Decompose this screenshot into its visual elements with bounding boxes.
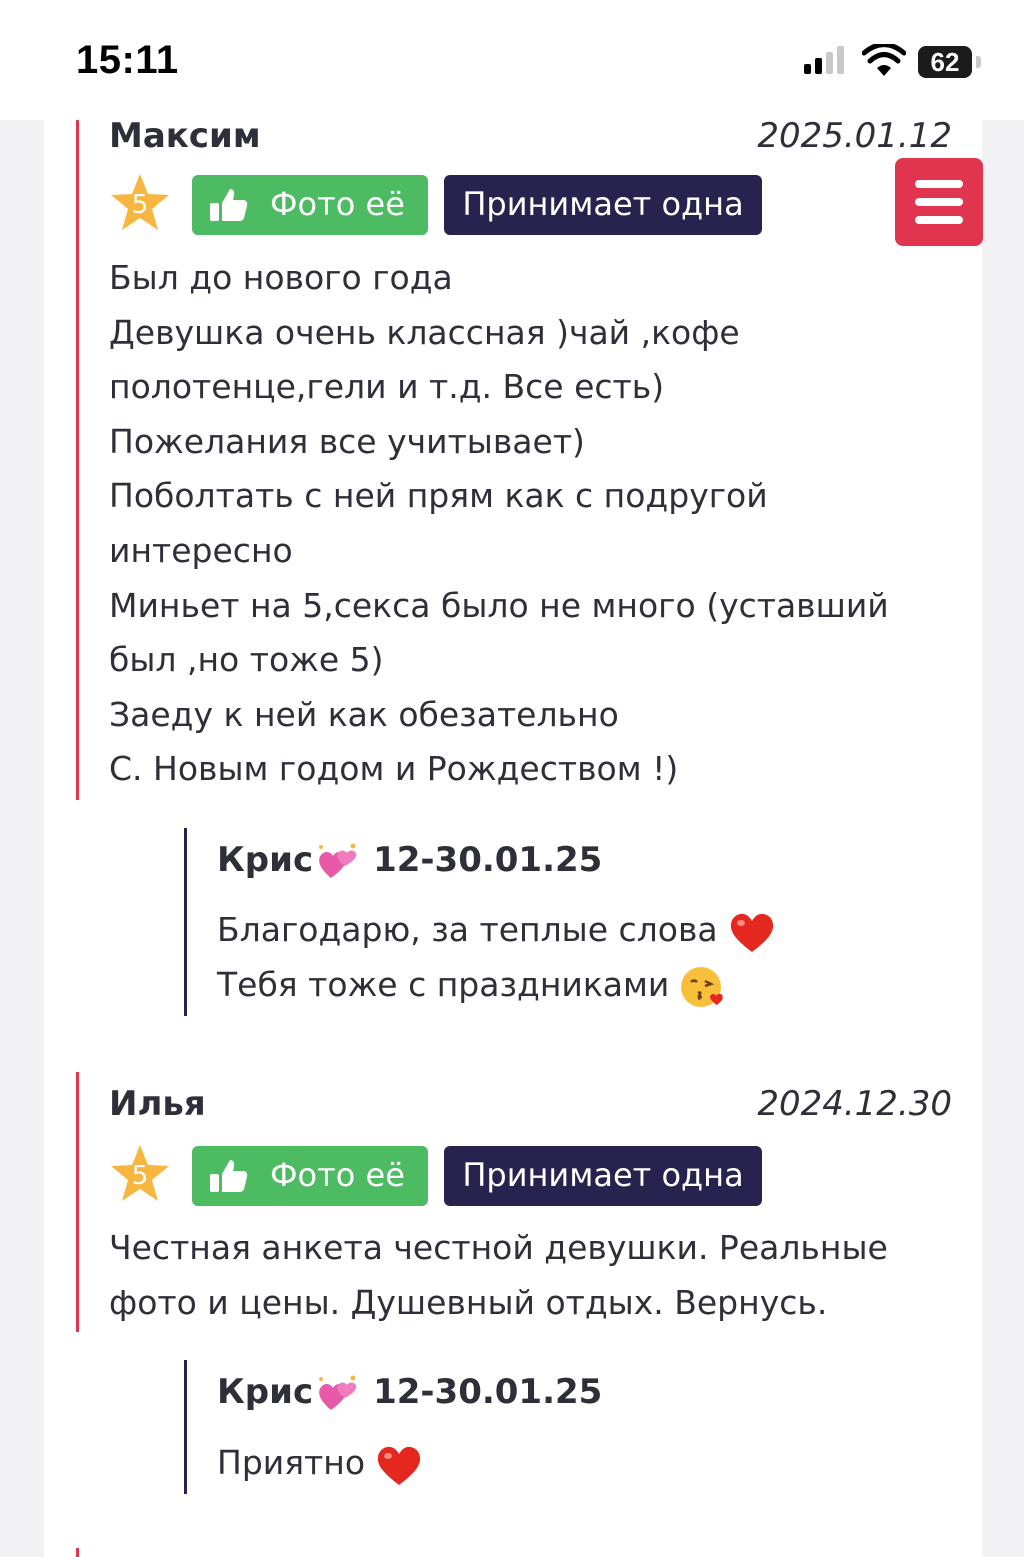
review-text-line: Поболтать с ней прям как с подругой (109, 476, 768, 516)
reply-item: Крис 12-30.01.25 Приятно (184, 1360, 602, 1494)
review-date: 2024.12.30 (757, 1084, 952, 1124)
thumbs-up-icon (210, 189, 248, 221)
reply-text-line: Благодарю, за теплые слова (217, 910, 718, 949)
red-heart-icon (377, 1446, 421, 1485)
review-text-line: интересно (109, 530, 293, 570)
battery-tip (976, 56, 981, 68)
menu-icon-bar (915, 198, 963, 206)
battery-icon: 62 (918, 46, 972, 78)
review-text: Честная анкета честной девушки. Реальные… (109, 1221, 929, 1330)
review-text-line: фото и цены. Душевный отдых. Вернусь. (109, 1282, 828, 1322)
alone-badge-label: Принимает одна (462, 185, 744, 223)
photo-button[interactable]: Фото её (192, 1146, 428, 1206)
reply-author: Крис (217, 840, 314, 880)
review-text-line: был ,но тоже 5) (109, 640, 384, 680)
reply-header: Крис 12-30.01.25 (217, 840, 602, 882)
menu-button[interactable] (895, 158, 983, 246)
review-author: Илья (109, 1084, 206, 1124)
reply-date: 12-30.01.25 (373, 840, 603, 880)
reply-text: Приятно (217, 1436, 423, 1491)
sparkling-heart-icon (319, 1375, 357, 1410)
review-author: Максим (109, 116, 261, 156)
reply-text: Благодарю, за теплые слова Тебя тоже с п… (217, 903, 776, 1012)
review-text-line: С. Новым годом и Рождеством !) (109, 749, 679, 789)
thumbs-up-icon (210, 1160, 248, 1192)
photo-button[interactable]: Фото её (192, 175, 428, 235)
review-text-line: Честная анкета честной девушки. Реальные (109, 1228, 888, 1267)
review-text-line: Миньет на 5,секса было не много (уставши… (109, 585, 889, 625)
review-item: Илья 2024.12.30 5 Фото её Принимает одна… (76, 1072, 952, 1332)
reply-text-line: Тебя тоже с праздниками (217, 964, 670, 1004)
red-heart-icon (730, 913, 773, 952)
reply-item: Крис 12-30.01.25 Благодарю, за теплые сл… (184, 828, 773, 1016)
review-text-line: Был до нового года (109, 258, 453, 297)
reply-author: Крис (217, 1372, 314, 1412)
menu-icon-bar (915, 216, 963, 224)
menu-icon-bar (915, 180, 963, 188)
review-text-line: Девушка очень классная )чай ,кофе (109, 312, 740, 352)
alone-badge-label: Принимает одна (462, 1156, 744, 1194)
review-text-line: Пожелания все учитывает) (109, 421, 585, 461)
status-time: 15:11 (76, 38, 179, 82)
cellular-signal-icon (804, 46, 844, 74)
rating-value: 5 (131, 1161, 149, 1191)
photo-button-label: Фото её (270, 185, 405, 223)
status-bar: 15:11 62 (0, 0, 1024, 120)
wifi-icon (862, 44, 906, 76)
review-text-line: полотенце,гели и т.д. Все есть) (109, 367, 665, 407)
reply-text-line: Приятно (217, 1443, 366, 1482)
alone-badge[interactable]: Принимает одна (444, 175, 762, 235)
review-date: 2025.01.12 (757, 116, 952, 156)
review-item-next (76, 1548, 79, 1557)
sparkling-heart-icon (319, 843, 357, 878)
rating-value: 5 (131, 190, 149, 220)
alone-badge[interactable]: Принимает одна (444, 1146, 762, 1206)
kissing-face-icon (681, 967, 724, 1008)
reply-header: Крис 12-30.01.25 (217, 1372, 602, 1414)
reply-date: 12-30.01.25 (373, 1372, 603, 1412)
review-text-line: Заеду к ней как обезательно (109, 694, 619, 734)
review-text: Был до нового года Девушка очень классна… (109, 251, 929, 797)
photo-button-label: Фото её (270, 1156, 405, 1194)
review-item: Максим 2025.01.12 5 Фото её Принимает од… (76, 116, 952, 800)
